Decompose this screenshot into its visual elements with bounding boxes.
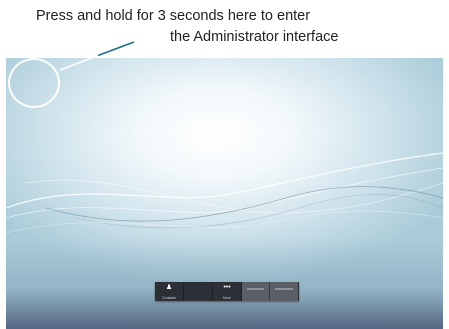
more-icon: ••• bbox=[223, 284, 231, 291]
call-icon: · bbox=[196, 284, 200, 291]
call-button[interactable]: · bbox=[184, 282, 213, 301]
more-button[interactable]: ••• More bbox=[213, 282, 242, 301]
slot-2-bar bbox=[275, 288, 293, 290]
contacts-label: Contacts bbox=[162, 296, 176, 300]
contacts-icon: ♟ bbox=[165, 284, 173, 291]
callout-line-1: Press and hold for 3 seconds here to ent… bbox=[36, 8, 311, 24]
page: Press and hold for 3 seconds here to ent… bbox=[0, 0, 449, 329]
toolbar-slot-1[interactable] bbox=[242, 282, 270, 301]
toolbar-slot-2[interactable] bbox=[270, 282, 298, 301]
slot-1-bar bbox=[247, 288, 264, 290]
callout-line-2: the Administrator interface bbox=[170, 29, 339, 45]
contacts-button[interactable]: ♟ Contacts bbox=[155, 282, 184, 301]
more-label: More bbox=[223, 296, 231, 300]
administrator-hotspot[interactable] bbox=[8, 58, 60, 108]
bottom-toolbar: ♟ Contacts · ••• More bbox=[155, 282, 299, 301]
